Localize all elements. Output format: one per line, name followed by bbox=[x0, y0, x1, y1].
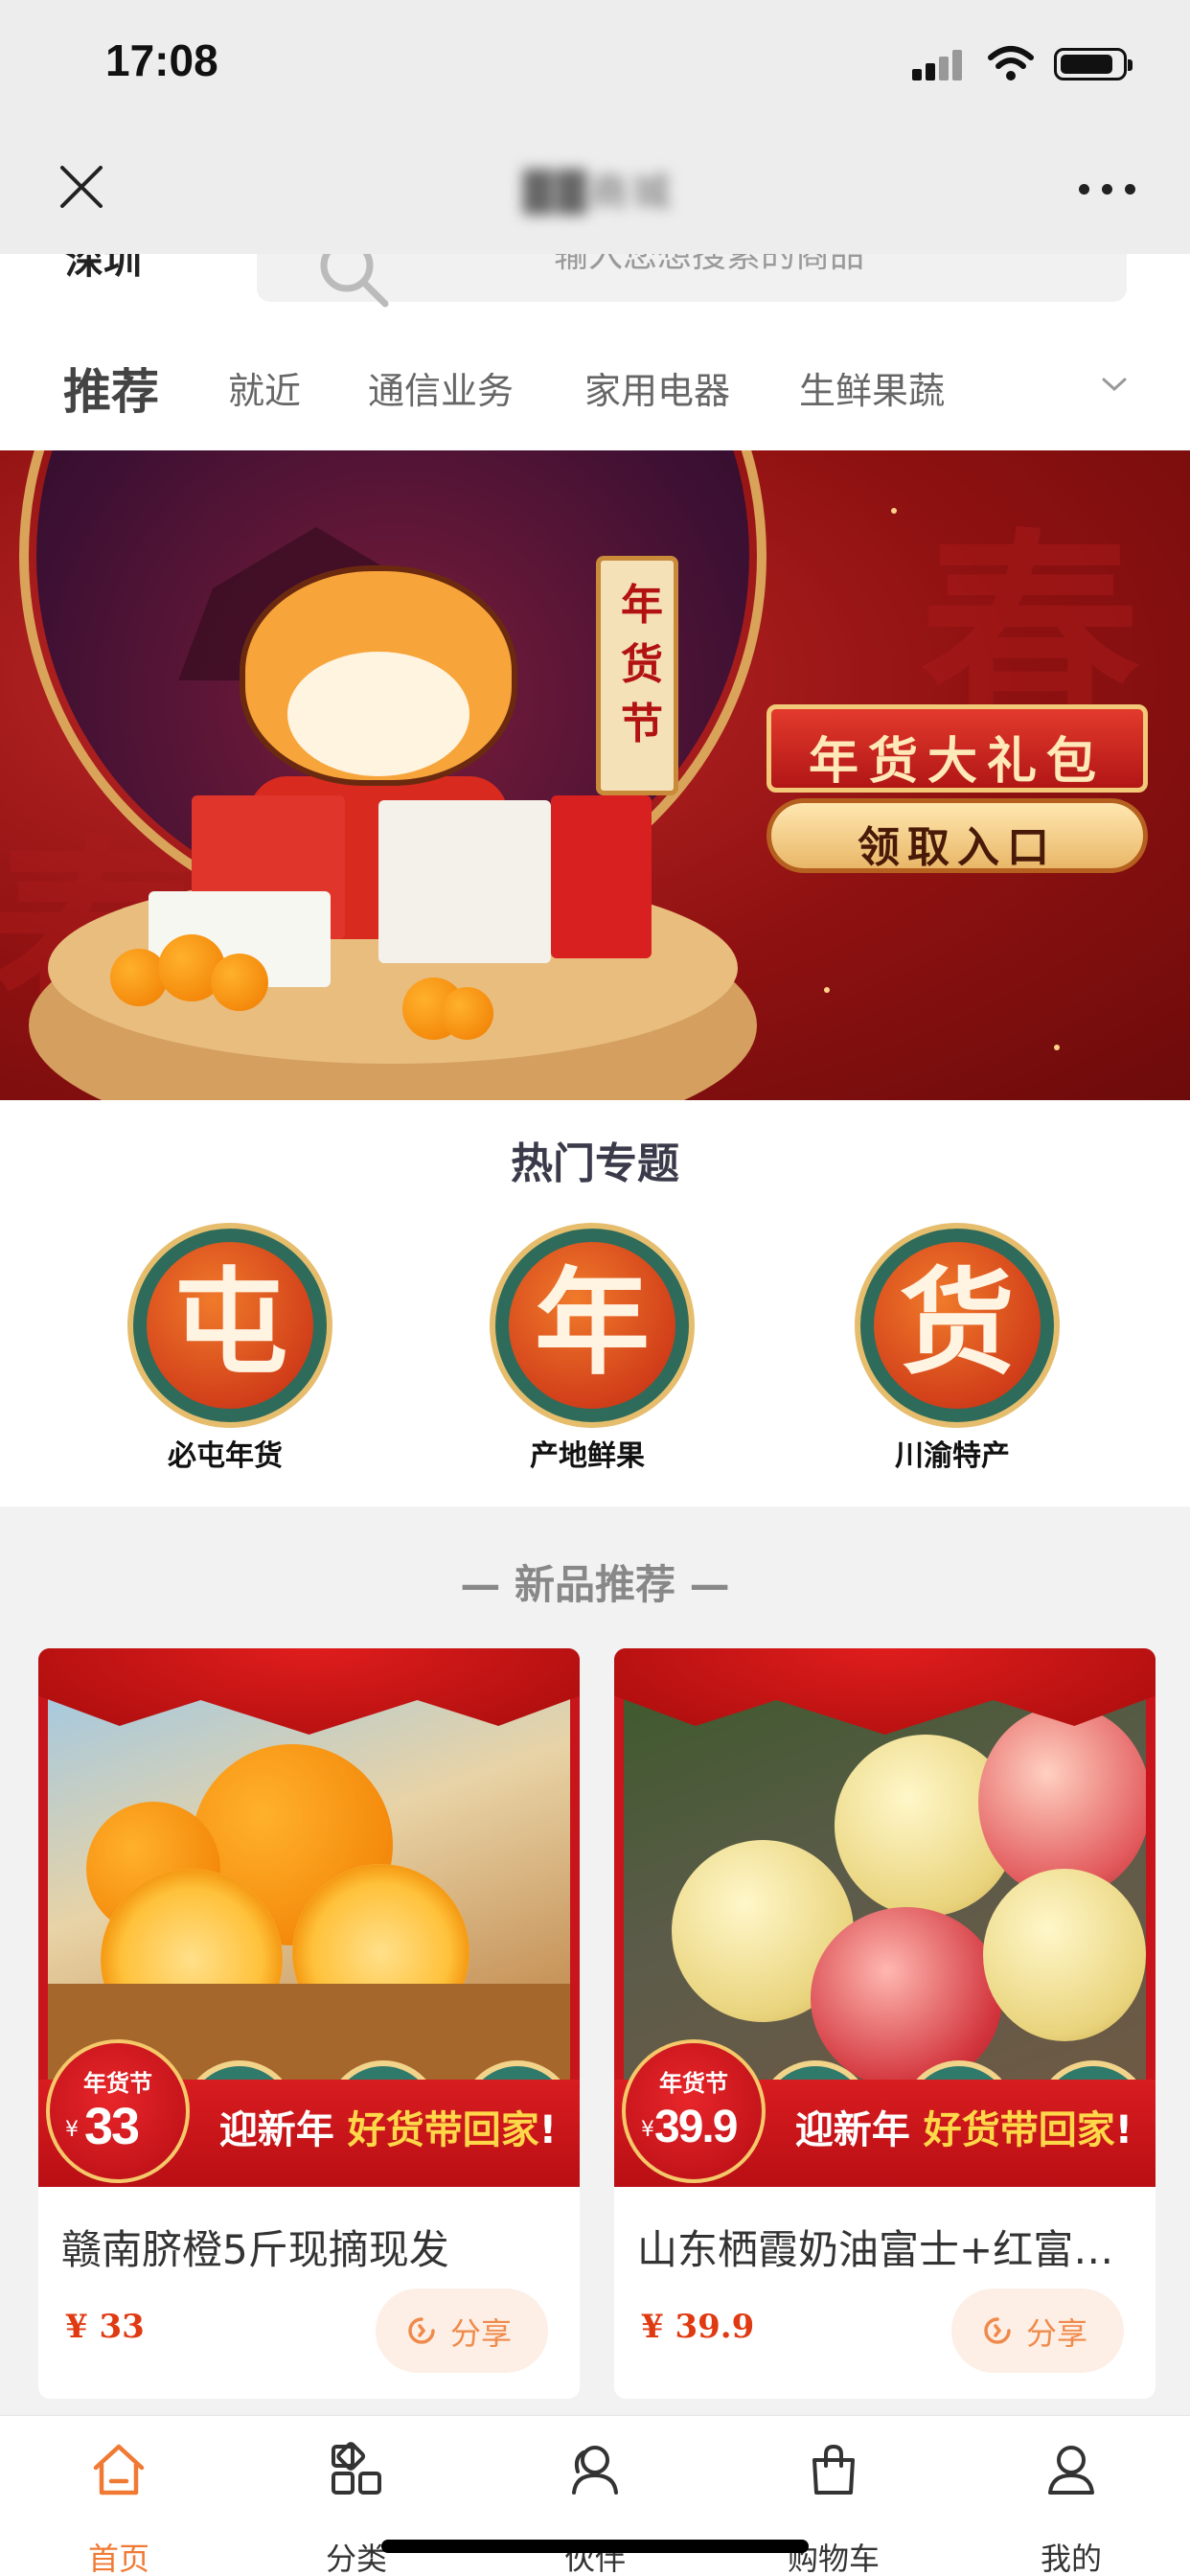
product-image: 迎新年 好货带回家! 年货节 ¥ 39.9 bbox=[614, 1648, 1156, 2187]
home-indicator bbox=[381, 2540, 809, 2553]
page: 17:08 ██商城 深圳 输入您想搜索的商品 推荐 就近 通信业务 家用电器 … bbox=[0, 0, 1190, 2576]
category-tabs: 推荐 就近 通信业务 家用电器 生鲜果蔬 bbox=[0, 311, 1190, 450]
badge-currency: ¥ bbox=[65, 2118, 79, 2142]
tab-home[interactable]: 首页 bbox=[42, 2439, 195, 2576]
product-name: 山东栖霞奶油富士+红富士苹果 bbox=[637, 2226, 1135, 2273]
product-price: ¥ 39.9 bbox=[641, 2308, 755, 2346]
share-icon bbox=[984, 2317, 1011, 2344]
search-input[interactable]: 输入您想搜索的商品 bbox=[257, 254, 1127, 308]
tab-cart[interactable]: 购物车 bbox=[757, 2439, 910, 2576]
share-button[interactable]: 分享 bbox=[951, 2288, 1124, 2373]
gift-box bbox=[378, 800, 551, 963]
tab-appliances[interactable]: 家用电器 bbox=[584, 361, 730, 414]
battery-icon bbox=[1054, 48, 1133, 80]
tab-profile[interactable]: 我的 bbox=[995, 2439, 1148, 2576]
status-bar: 17:08 bbox=[0, 0, 1190, 115]
promo-banner[interactable]: 春 春 年货节 年货大礼包 领取入口 bbox=[0, 450, 1190, 1100]
promo-slogan: 迎新年 好货带回家! bbox=[794, 2108, 1133, 2152]
topic-char: 屯 bbox=[172, 1255, 287, 1391]
hot-topics-title: 热门专题 bbox=[511, 1139, 679, 1188]
new-products-title: — 新品推荐 — bbox=[460, 1561, 730, 1608]
curtain-decoration bbox=[614, 1648, 1156, 1735]
gift-title-box: 年货大礼包 bbox=[767, 704, 1148, 793]
home-icon bbox=[93, 2444, 145, 2496]
tab-partner[interactable]: 伙伴 bbox=[518, 2439, 672, 2576]
cellular-signal-icon bbox=[912, 48, 966, 80]
gift-title: 年货大礼包 bbox=[808, 733, 1106, 791]
topic-label: 产地鲜果 bbox=[530, 1439, 645, 1473]
topic-item[interactable]: 货 川渝特产 bbox=[837, 1223, 1067, 1482]
location-label[interactable]: 深圳 bbox=[65, 254, 142, 285]
claim-button-label: 领取入口 bbox=[858, 823, 1057, 872]
tab-fresh-produce[interactable]: 生鲜果蔬 bbox=[799, 361, 945, 414]
tab-recommend[interactable]: 推荐 bbox=[63, 354, 159, 423]
cart-icon bbox=[812, 2444, 855, 2495]
topic-label: 必屯年货 bbox=[168, 1439, 283, 1473]
price-badge: 年货节 ¥ 39.9 bbox=[622, 2039, 766, 2183]
share-label: 分享 bbox=[450, 2315, 513, 2352]
partner-icon bbox=[572, 2446, 618, 2495]
topic-item[interactable]: 年 产地鲜果 bbox=[472, 1223, 702, 1482]
topic-item[interactable]: 屯 必屯年货 bbox=[110, 1223, 340, 1482]
share-icon bbox=[408, 2317, 435, 2344]
tab-label: 我的 bbox=[1040, 2541, 1102, 2576]
chevron-down-icon[interactable] bbox=[1100, 375, 1129, 394]
price-badge: 年货节 ¥ 33 bbox=[46, 2039, 190, 2183]
curtain-decoration bbox=[38, 1648, 580, 1735]
close-icon[interactable] bbox=[57, 163, 105, 211]
tab-telecom[interactable]: 通信业务 bbox=[368, 361, 514, 414]
festival-sign-text: 年货节 bbox=[621, 581, 663, 748]
profile-icon bbox=[1048, 2446, 1094, 2495]
wifi-icon bbox=[988, 46, 1034, 80]
hot-topics-section: 热门专题 屯 必屯年货 年 产地鲜果 货 川渝特产 bbox=[0, 1100, 1190, 1506]
claim-button[interactable]: 领取入口 bbox=[767, 798, 1148, 873]
product-image: 迎新年 好货带回家! 年货节 ¥ 33 bbox=[38, 1648, 580, 2187]
topic-label: 川渝特产 bbox=[895, 1439, 1010, 1473]
status-time: 17:08 bbox=[105, 35, 218, 85]
badge-label: 年货节 bbox=[83, 2070, 152, 2097]
battery-level bbox=[1061, 55, 1112, 74]
product-name: 赣南脐橙5斤现摘现发 bbox=[61, 2226, 449, 2273]
search-placeholder: 输入您想搜索的商品 bbox=[554, 254, 865, 275]
nav-title: ██商城 bbox=[523, 171, 675, 215]
more-icon[interactable] bbox=[1079, 184, 1136, 196]
share-button[interactable]: 分享 bbox=[376, 2288, 548, 2373]
product-price: ¥ 33 bbox=[65, 2308, 145, 2346]
tiger-face bbox=[287, 652, 469, 776]
badge-label: 年货节 bbox=[659, 2070, 728, 2097]
search-icon bbox=[320, 254, 389, 308]
tab-category[interactable]: 分类 bbox=[280, 2439, 433, 2576]
festival-sign: 年货节 bbox=[596, 556, 678, 795]
topic-char: 货 bbox=[900, 1255, 1015, 1391]
topic-char: 年 bbox=[535, 1255, 650, 1391]
badge-currency: ¥ bbox=[641, 2118, 654, 2142]
badge-price: 33 bbox=[84, 2098, 140, 2155]
search-area: 深圳 输入您想搜索的商品 bbox=[0, 254, 1190, 311]
tab-label: 首页 bbox=[87, 2541, 149, 2576]
product-card[interactable]: 迎新年 好货带回家! 年货节 ¥ 39.9 山东栖霞奶油富士+红富士苹果 ¥ 3… bbox=[614, 1648, 1156, 2399]
product-card[interactable]: 迎新年 好货带回家! 年货节 ¥ 33 赣南脐橙5斤现摘现发 ¥ 33 分享 bbox=[38, 1648, 580, 2399]
share-label: 分享 bbox=[1026, 2315, 1088, 2352]
gift-box bbox=[551, 795, 652, 958]
tab-nearby[interactable]: 就近 bbox=[228, 361, 301, 414]
badge-price: 39.9 bbox=[654, 2102, 738, 2152]
promo-slogan: 迎新年 好货带回家! bbox=[218, 2108, 557, 2152]
category-icon bbox=[332, 2442, 381, 2495]
